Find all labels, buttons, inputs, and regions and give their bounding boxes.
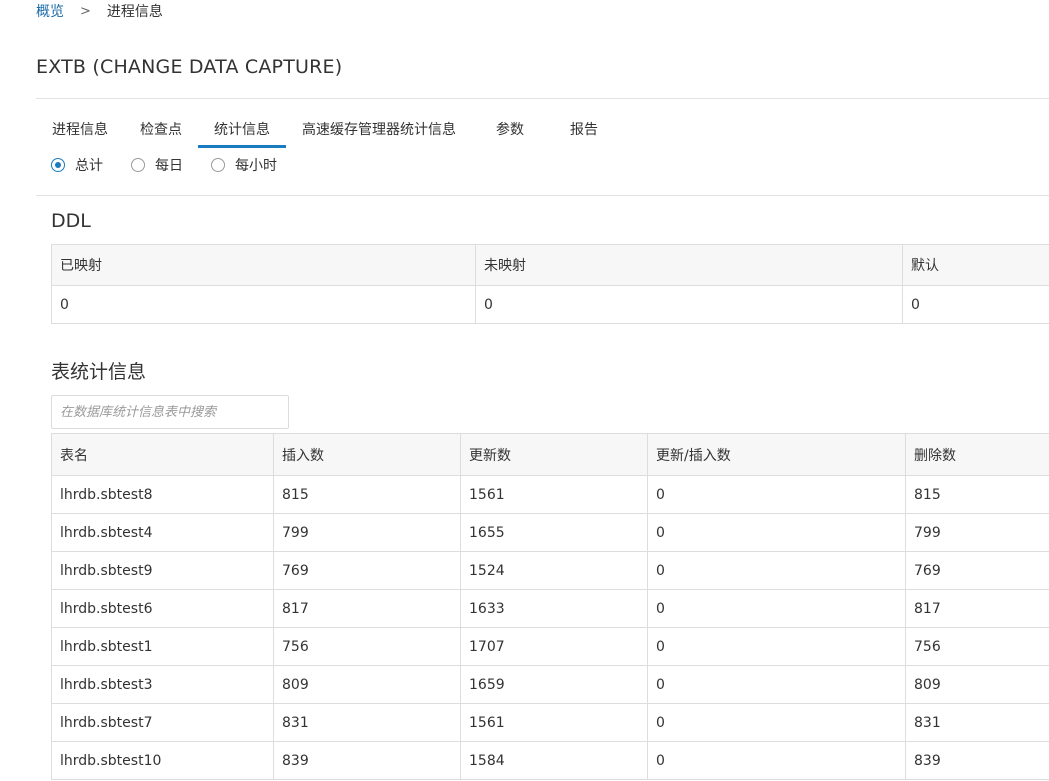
cell-deletes: 809 <box>905 665 1049 704</box>
cell-upserts: 0 <box>647 627 906 666</box>
title-divider <box>36 98 1049 99</box>
cell-table-name: lhrdb.sbtest10 <box>51 741 274 780</box>
table-row: lhrdb.sbtest8 815 1561 0 815 <box>51 475 1049 514</box>
cell-inserts: 769 <box>273 551 461 590</box>
cell-inserts: 815 <box>273 475 461 514</box>
table-row: lhrdb.sbtest4 799 1655 0 799 <box>51 513 1049 552</box>
breadcrumb-home-link[interactable]: 概览 <box>36 1 64 21</box>
tab-report[interactable]: 报告 <box>548 112 620 148</box>
cell-updates: 1524 <box>460 551 648 590</box>
cell-inserts: 756 <box>273 627 461 666</box>
radio-daily-label: 每日 <box>155 158 183 174</box>
breadcrumb-separator: > <box>80 3 91 19</box>
ddl-header-mapped[interactable]: 已映射 <box>51 244 476 286</box>
cell-deletes: 769 <box>905 551 1049 590</box>
cell-table-name: lhrdb.sbtest1 <box>51 627 274 666</box>
cell-deletes: 839 <box>905 741 1049 780</box>
table-row: lhrdb.sbtest9 769 1524 0 769 <box>51 551 1049 590</box>
header-updates[interactable]: 更新数 <box>460 433 648 476</box>
cell-table-name: lhrdb.sbtest3 <box>51 665 274 704</box>
cell-upserts: 0 <box>647 475 906 514</box>
ddl-cell-unmapped: 0 <box>475 285 903 324</box>
cell-inserts: 831 <box>273 703 461 742</box>
cell-inserts: 839 <box>273 741 461 780</box>
cell-deletes: 831 <box>905 703 1049 742</box>
radio-total[interactable]: 总计 <box>51 155 103 175</box>
table-stats-section-title: 表统计信息 <box>51 361 147 383</box>
cell-table-name: lhrdb.sbtest7 <box>51 703 274 742</box>
cell-updates: 1633 <box>460 589 648 628</box>
cell-upserts: 0 <box>647 665 906 704</box>
ddl-header-row: 已映射 未映射 默认 <box>51 244 1049 286</box>
table-row: lhrdb.sbtest7 831 1561 0 831 <box>51 703 1049 742</box>
tab-cache-manager-stats[interactable]: 高速缓存管理器统计信息 <box>286 112 472 148</box>
cell-deletes: 815 <box>905 475 1049 514</box>
ddl-header-default[interactable]: 默认 <box>902 244 1049 286</box>
radio-total-indicator[interactable] <box>51 158 65 172</box>
cell-updates: 1561 <box>460 703 648 742</box>
table-row: lhrdb.sbtest1 756 1707 0 756 <box>51 627 1049 666</box>
header-inserts[interactable]: 插入数 <box>273 433 461 476</box>
cell-deletes: 817 <box>905 589 1049 628</box>
cell-inserts: 817 <box>273 589 461 628</box>
ddl-row: 0 0 0 <box>51 285 1049 324</box>
radio-hourly-indicator[interactable] <box>211 158 225 172</box>
table-row: lhrdb.sbtest3 809 1659 0 809 <box>51 665 1049 704</box>
cell-inserts: 809 <box>273 665 461 704</box>
cell-deletes: 756 <box>905 627 1049 666</box>
ddl-table: 已映射 未映射 默认 0 0 0 <box>51 244 1049 324</box>
header-upserts[interactable]: 更新/插入数 <box>647 433 906 476</box>
ddl-cell-default: 0 <box>902 285 1049 324</box>
cell-table-name: lhrdb.sbtest9 <box>51 551 274 590</box>
table-stats-search-input[interactable] <box>51 395 289 429</box>
breadcrumb: 概览 > 进程信息 <box>36 0 163 22</box>
cell-table-name: lhrdb.sbtest8 <box>51 475 274 514</box>
cell-updates: 1561 <box>460 475 648 514</box>
cell-inserts: 799 <box>273 513 461 552</box>
cell-upserts: 0 <box>647 703 906 742</box>
tab-parameters[interactable]: 参数 <box>472 112 548 148</box>
cell-table-name: lhrdb.sbtest4 <box>51 513 274 552</box>
radio-total-label: 总计 <box>75 158 103 174</box>
table-stats-table: 表名 插入数 更新数 更新/插入数 删除数 lhrdb.sbtest8 815 … <box>51 433 1049 780</box>
cell-upserts: 0 <box>647 741 906 780</box>
breadcrumb-current: 进程信息 <box>106 4 163 20</box>
page-title: EXTB (CHANGE DATA CAPTURE) <box>36 56 343 78</box>
radio-hourly-label: 每小时 <box>235 158 277 174</box>
header-table-name[interactable]: 表名 <box>51 433 274 476</box>
tab-process-info[interactable]: 进程信息 <box>36 112 124 148</box>
cell-upserts: 0 <box>647 589 906 628</box>
radio-daily[interactable]: 每日 <box>131 155 183 175</box>
cell-updates: 1707 <box>460 627 648 666</box>
tab-checkpoint[interactable]: 检查点 <box>124 112 198 148</box>
radio-daily-indicator[interactable] <box>131 158 145 172</box>
cell-table-name: lhrdb.sbtest6 <box>51 589 274 628</box>
cell-updates: 1584 <box>460 741 648 780</box>
cell-deletes: 799 <box>905 513 1049 552</box>
radio-hourly[interactable]: 每小时 <box>211 155 277 175</box>
section-divider <box>36 195 1049 196</box>
cell-upserts: 0 <box>647 513 906 552</box>
period-radio-group: 总计 每日 每小时 <box>51 154 277 176</box>
ddl-cell-mapped: 0 <box>51 285 476 324</box>
cell-updates: 1659 <box>460 665 648 704</box>
tab-bar: 进程信息 检查点 统计信息 高速缓存管理器统计信息 参数 报告 <box>36 112 620 150</box>
tab-statistics[interactable]: 统计信息 <box>198 112 286 148</box>
header-deletes[interactable]: 删除数 <box>905 433 1049 476</box>
ddl-header-unmapped[interactable]: 未映射 <box>475 244 903 286</box>
table-row: lhrdb.sbtest10 839 1584 0 839 <box>51 741 1049 780</box>
table-row: lhrdb.sbtest6 817 1633 0 817 <box>51 589 1049 628</box>
cell-upserts: 0 <box>647 551 906 590</box>
table-stats-header-row: 表名 插入数 更新数 更新/插入数 删除数 <box>51 433 1049 476</box>
cell-updates: 1655 <box>460 513 648 552</box>
ddl-section-title: DDL <box>51 210 91 232</box>
